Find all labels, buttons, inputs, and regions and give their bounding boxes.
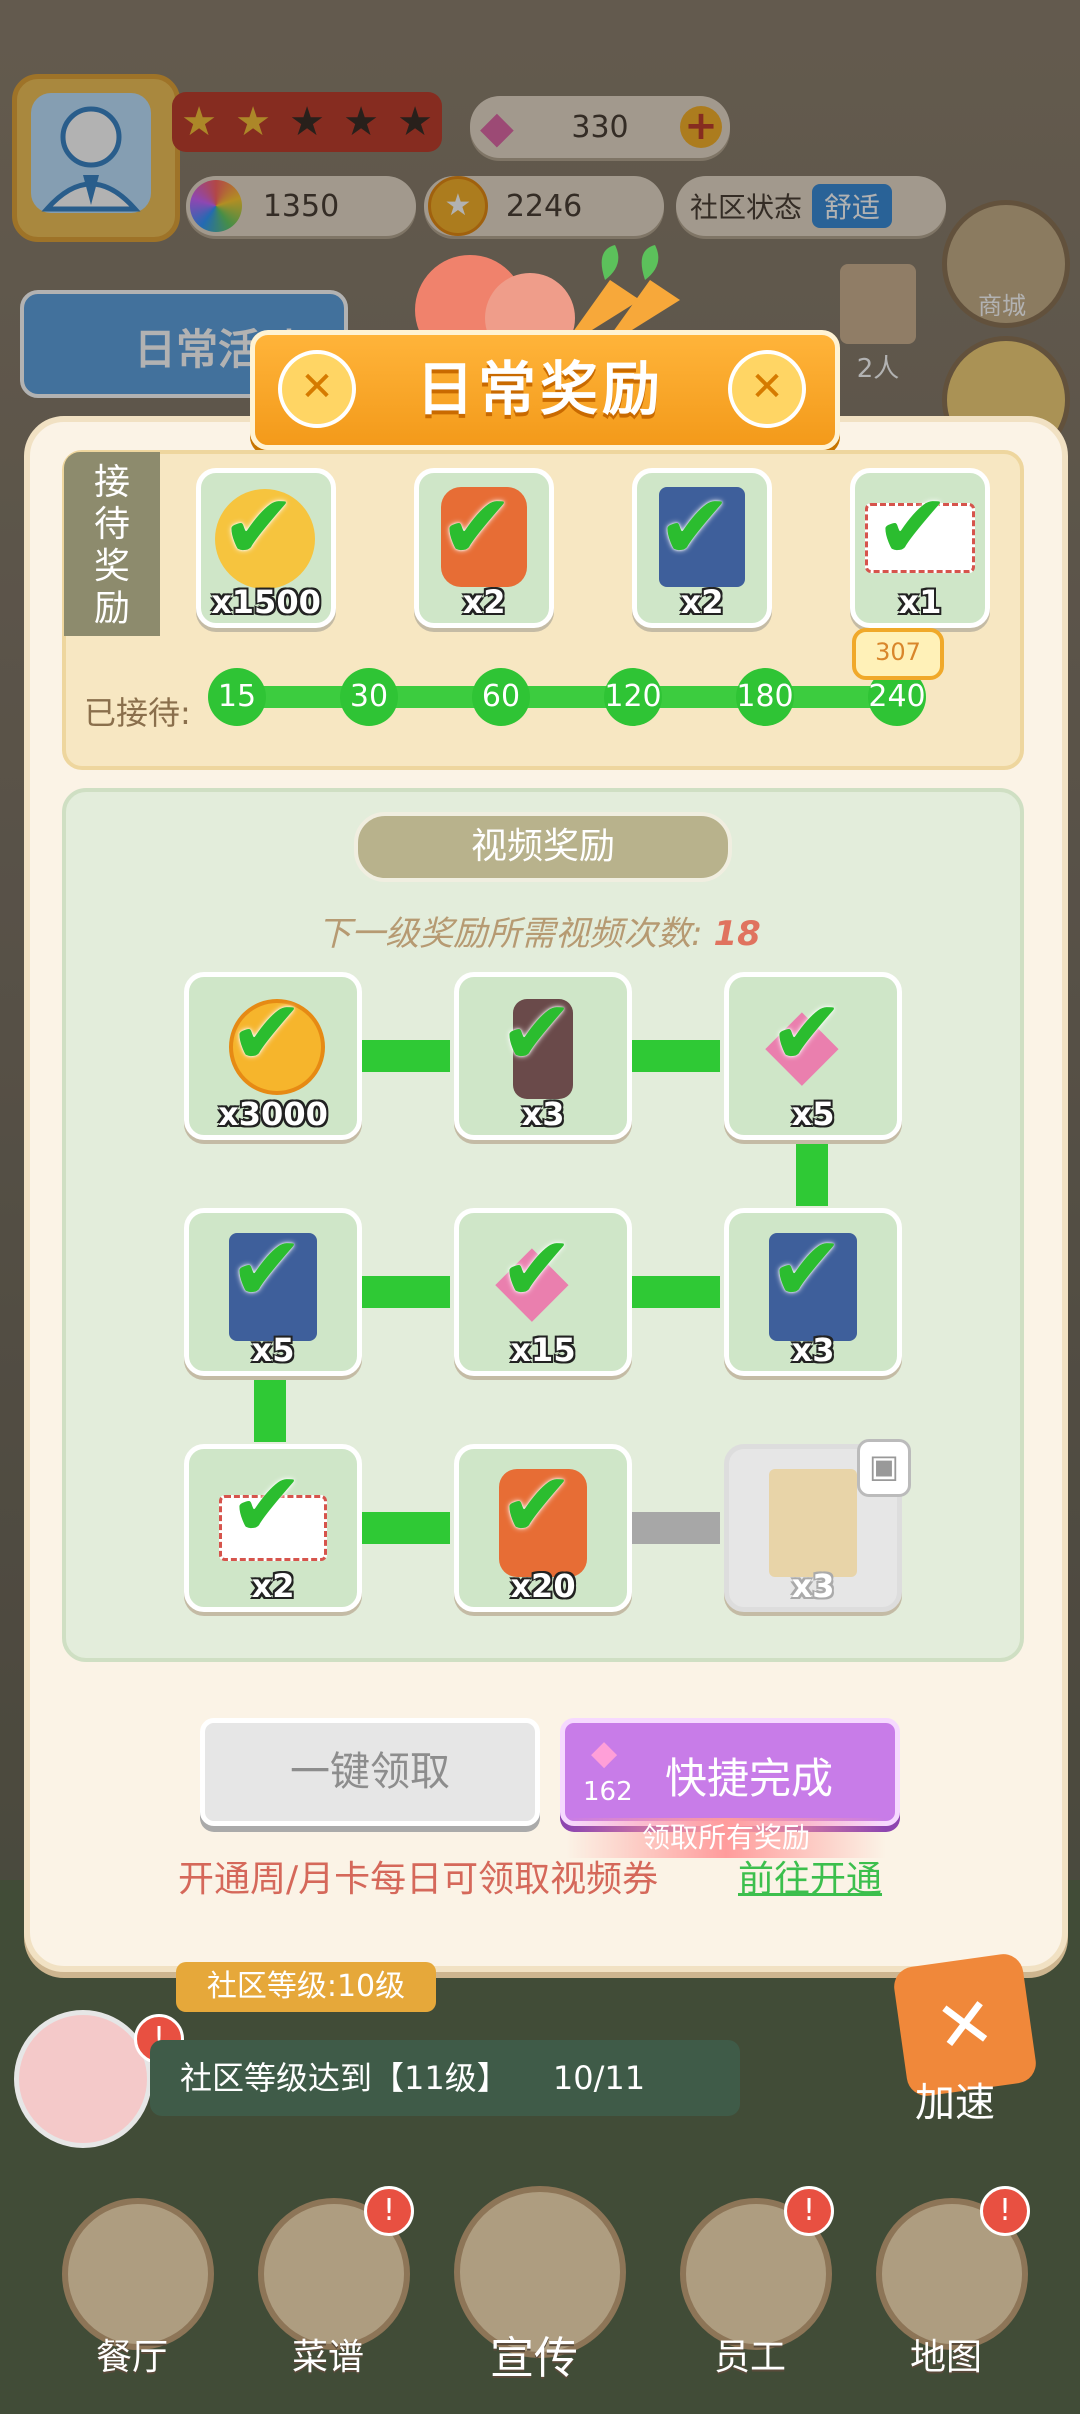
check-icon: ✔ bbox=[769, 1217, 845, 1322]
reception-progress-label: 已接待: bbox=[84, 694, 191, 732]
video-reward-8[interactable]: ✔ x20 bbox=[454, 1444, 632, 1612]
footer-promo-link[interactable]: 前往开通 bbox=[738, 1850, 882, 1902]
video-reward-3[interactable]: ◆ ✔ x5 bbox=[724, 972, 902, 1140]
check-icon: ✔ bbox=[499, 1217, 575, 1322]
dialog-title-banner: ✕ ✕ 日常奖励 bbox=[250, 330, 840, 450]
check-icon: ✔ bbox=[769, 981, 845, 1086]
milestone-node: 30 bbox=[340, 668, 398, 726]
task-bar[interactable]: 社区等级达到【11级】 10/11 bbox=[150, 2040, 740, 2116]
task-text: 社区等级达到【11级】 bbox=[180, 2059, 509, 2097]
milestone-node: 180 bbox=[736, 668, 794, 726]
check-icon: ✔ bbox=[229, 1453, 305, 1558]
video-reward-6[interactable]: ✔ x3 bbox=[724, 1208, 902, 1376]
path-connector bbox=[254, 1372, 286, 1442]
milestone-node: 120 bbox=[604, 668, 662, 726]
check-icon: ✔ bbox=[221, 475, 297, 580]
milestone-label: 30 bbox=[349, 679, 389, 714]
reception-reward-2[interactable]: ✔ x2 bbox=[414, 468, 554, 628]
nav-staff-label: 员工 bbox=[713, 2337, 786, 2378]
path-connector bbox=[360, 1512, 450, 1544]
reception-reward-1[interactable]: ✔ x1500 bbox=[196, 468, 336, 628]
check-icon: ✔ bbox=[499, 981, 575, 1086]
path-connector bbox=[630, 1040, 720, 1072]
reward-qty: x3 bbox=[521, 1095, 565, 1133]
nav-restaurant-label: 餐厅 bbox=[95, 2337, 168, 2378]
current-reception-bubble: 307 bbox=[852, 628, 944, 680]
alert-icon: ! bbox=[364, 2186, 414, 2236]
reward-qty: x1 bbox=[898, 583, 942, 621]
check-icon: ✔ bbox=[875, 475, 951, 580]
reward-qty: x2 bbox=[680, 583, 724, 621]
dialog-title: 日常奖励 bbox=[415, 355, 664, 423]
reception-reward-3[interactable]: ✔ x2 bbox=[632, 468, 772, 628]
task-progress: 10/11 bbox=[552, 2059, 646, 2097]
claim-all-button[interactable]: 一键领取 bbox=[200, 1718, 540, 1826]
check-icon: ✔ bbox=[439, 475, 515, 580]
alert-icon: ! bbox=[980, 2186, 1030, 2236]
path-connector-locked bbox=[630, 1512, 720, 1544]
video-reward-1[interactable]: ✔ x3000 bbox=[184, 972, 362, 1140]
reward-qty: x3 bbox=[791, 1331, 835, 1369]
milestone-label: 240 bbox=[868, 679, 926, 714]
video-reward-4[interactable]: ✔ x5 bbox=[184, 1208, 362, 1376]
video-reward-2[interactable]: ✔ x3 bbox=[454, 972, 632, 1140]
speedup-label: 加速 bbox=[915, 2080, 995, 2126]
video-reward-5[interactable]: ◆ ✔ x15 bbox=[454, 1208, 632, 1376]
alert-icon: ! bbox=[784, 2186, 834, 2236]
video-reward-7[interactable]: ✔ x2 bbox=[184, 1444, 362, 1612]
nav-promote-label: 宣传 bbox=[490, 2333, 578, 2384]
check-icon: ✔ bbox=[229, 1217, 305, 1322]
milestone-label: 15 bbox=[217, 679, 257, 714]
check-icon: ✔ bbox=[229, 981, 305, 1086]
path-connector bbox=[630, 1276, 720, 1308]
reward-qty: x15 bbox=[510, 1331, 576, 1369]
reward-qty: x5 bbox=[791, 1095, 835, 1133]
reward-qty: x2 bbox=[251, 1567, 295, 1605]
video-rewards-title: 视频奖励 bbox=[354, 812, 732, 882]
milestone-label: 60 bbox=[481, 679, 521, 714]
nav-map-label: 地图 bbox=[909, 2337, 982, 2378]
reception-reward-4[interactable]: ✔ x1 bbox=[850, 468, 990, 628]
video-reward-9-locked[interactable]: ▣ x3 bbox=[724, 1439, 911, 1612]
check-icon: ✔ bbox=[499, 1453, 575, 1558]
quick-finish-cost: 162 bbox=[583, 1777, 633, 1807]
community-level-badge: 社区等级:10级 bbox=[176, 1962, 436, 2012]
video-subtitle-text: 下一级奖励所需视频次数: bbox=[317, 914, 703, 954]
video-rewards-subtitle: 下一级奖励所需视频次数: 18 bbox=[62, 906, 1016, 955]
reward-qty: x5 bbox=[251, 1331, 295, 1369]
reception-side-label: 接待奖励 bbox=[64, 452, 160, 636]
lock-icon: ▣ bbox=[857, 1439, 911, 1497]
reward-qty: x2 bbox=[462, 583, 506, 621]
nav-recipe-label: 菜谱 bbox=[291, 2337, 364, 2378]
path-connector bbox=[796, 1134, 828, 1206]
milestone-node: 15 bbox=[208, 668, 266, 726]
check-icon: ✔ bbox=[657, 475, 733, 580]
path-connector bbox=[360, 1276, 450, 1308]
reward-qty: x20 bbox=[510, 1567, 576, 1605]
parcel-icon bbox=[769, 1469, 857, 1577]
milestone-label: 120 bbox=[604, 679, 662, 714]
footer-promo-text: 开通周/月卡每日可领取视频券 bbox=[178, 1859, 659, 1900]
diamond-icon: ◆ bbox=[591, 1733, 618, 1773]
quick-finish-label: 快捷完成 bbox=[665, 1754, 834, 1803]
path-connector bbox=[360, 1040, 450, 1072]
reception-side-text: 接待奖励 bbox=[93, 462, 130, 629]
chef-avatar[interactable] bbox=[14, 2010, 152, 2148]
quick-finish-button[interactable]: ◆ 162 快捷完成 bbox=[560, 1718, 900, 1826]
milestone-node: 60 bbox=[472, 668, 530, 726]
reception-progress-bar bbox=[220, 686, 920, 708]
video-subtitle-count: 18 bbox=[713, 914, 761, 954]
reward-qty: x3000 bbox=[218, 1095, 328, 1133]
milestone-label: 180 bbox=[736, 679, 794, 714]
reward-qty: x1500 bbox=[211, 583, 321, 621]
reward-qty: x3 bbox=[791, 1567, 835, 1605]
